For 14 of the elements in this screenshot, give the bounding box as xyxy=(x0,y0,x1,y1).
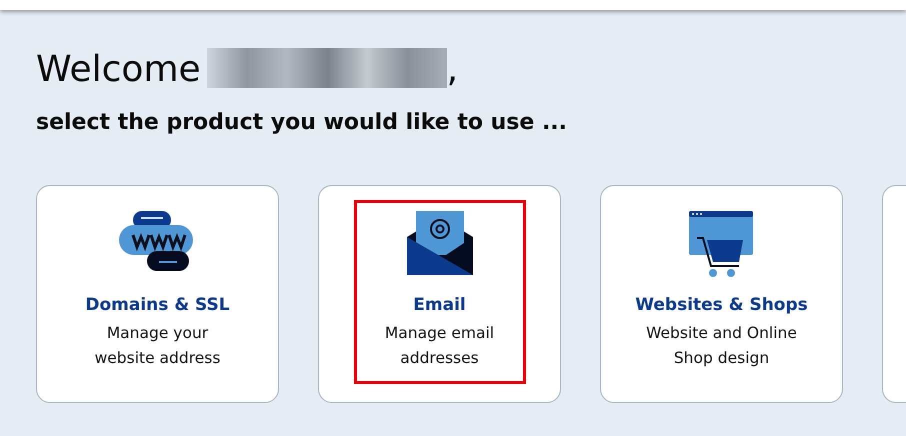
product-description: Manage your website address xyxy=(94,322,222,368)
comma-text: , xyxy=(446,48,458,92)
welcome-heading: Welcome xyxy=(36,48,201,92)
product-card[interactable]: Websites & Shops Website and Online Shop design xyxy=(600,185,843,403)
product-description: Website and Online Shop design xyxy=(645,322,798,368)
product-card[interactable]: Email Manage email addresses xyxy=(318,185,561,403)
product-title: Email xyxy=(413,294,466,317)
product-title: Domains & SSL xyxy=(85,294,230,317)
product-title: Websites & Shops xyxy=(635,294,808,317)
product-card[interactable]: Domains & SSL Manage your website address xyxy=(36,185,279,403)
subtitle: select the product you would like to use ... xyxy=(36,109,568,137)
shopping-cart-icon xyxy=(688,211,754,277)
envelope-icon xyxy=(406,211,472,277)
product-description: Manage email addresses xyxy=(384,322,496,368)
